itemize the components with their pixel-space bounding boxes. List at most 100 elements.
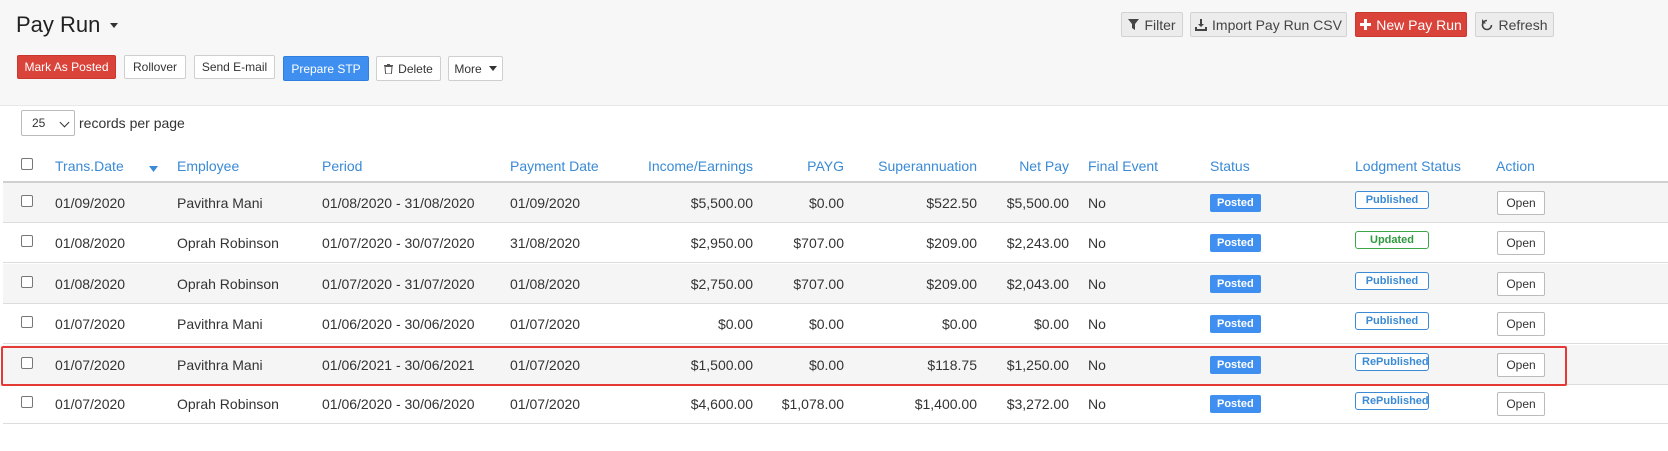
cell-final-event: No (1088, 316, 1106, 332)
open-button[interactable]: Open (1497, 231, 1545, 255)
send-email-label: Send E-mail (201, 60, 268, 74)
lodgment-status-badge: Published (1355, 312, 1429, 330)
page-title[interactable]: Pay Run (16, 12, 119, 38)
row-checkbox[interactable] (21, 357, 33, 369)
cell-lodgment-status: Published (1355, 180, 1429, 220)
cell-status: Posted (1210, 345, 1261, 385)
cell-employee: Oprah Robinson (177, 396, 279, 412)
records-per-page-label: records per page (79, 115, 185, 131)
filter-icon (1128, 19, 1140, 30)
cell-period: 01/06/2021 - 30/06/2021 (322, 357, 475, 373)
cell-super: $0.00 (941, 316, 977, 332)
cell-status: Posted (1210, 183, 1261, 223)
lodgment-status-badge: Updated (1355, 231, 1429, 249)
open-button[interactable]: Open (1497, 392, 1545, 416)
trash-icon (384, 63, 394, 74)
refresh-button[interactable]: Refresh (1475, 12, 1554, 37)
cell-trans-date: 01/09/2020 (55, 195, 126, 211)
cell-period: 01/06/2020 - 30/06/2020 (322, 396, 475, 412)
cell-period: 01/07/2020 - 30/07/2020 (322, 235, 475, 251)
cell-payment-date: 01/07/2020 (510, 357, 581, 373)
cell-status: Posted (1210, 223, 1261, 263)
filter-button[interactable]: Filter (1121, 12, 1183, 37)
row-checkbox[interactable] (21, 276, 33, 288)
cell-net-pay: $2,243.00 (1006, 235, 1069, 251)
records-per-page-select[interactable]: 25 (21, 110, 75, 136)
cell-employee: Pavithra Mani (177, 316, 263, 332)
lodgment-status-badge: Published (1355, 191, 1429, 209)
row-checkbox[interactable] (21, 396, 33, 408)
table-row: 01/09/2020 Pavithra Mani 01/08/2020 - 31/0… (3, 183, 1668, 223)
cell-lodgment-status: RePublished (1355, 342, 1429, 382)
prepare-stp-label: Prepare STP (291, 61, 361, 76)
col-superannuation[interactable]: Superannuation (850, 158, 977, 174)
records-per-page-value: 25 (32, 116, 46, 130)
col-lodgment-status[interactable]: Lodgment Status (1355, 158, 1461, 174)
cell-payg: $0.00 (808, 316, 844, 332)
col-period[interactable]: Period (322, 158, 362, 174)
col-payg[interactable]: PAYG (760, 158, 844, 174)
more-label: More (454, 61, 482, 76)
open-button[interactable]: Open (1497, 353, 1545, 377)
cell-net-pay: $1,250.00 (1006, 357, 1069, 373)
status-badge: Posted (1210, 315, 1261, 333)
cell-action: Open (1497, 223, 1545, 263)
open-button[interactable]: Open (1497, 191, 1545, 215)
open-button[interactable]: Open (1497, 312, 1545, 336)
mark-as-posted-label: Mark As Posted (24, 60, 109, 74)
cell-payment-date: 31/08/2020 (510, 235, 581, 251)
cell-action: Open (1497, 183, 1545, 223)
cell-net-pay: $0.00 (1033, 316, 1069, 332)
cell-final-event: No (1088, 396, 1106, 412)
status-badge: Posted (1210, 234, 1261, 252)
col-payment-date[interactable]: Payment Date (510, 158, 599, 174)
cell-net-pay: $5,500.00 (1006, 195, 1069, 211)
cell-trans-date: 01/08/2020 (55, 276, 126, 292)
col-action: Action (1496, 158, 1535, 174)
cell-trans-date: 01/07/2020 (55, 357, 126, 373)
new-pay-run-label: New Pay Run (1376, 16, 1462, 33)
caret-down-icon (488, 66, 497, 71)
cell-super: $522.50 (926, 195, 977, 211)
cell-payg: $707.00 (793, 276, 844, 292)
col-employee[interactable]: Employee (177, 158, 239, 174)
row-checkbox[interactable] (21, 316, 33, 328)
mark-as-posted-button[interactable]: Mark As Posted (17, 55, 116, 79)
sort-desc-icon[interactable] (149, 166, 158, 172)
delete-button[interactable]: Delete (376, 56, 441, 81)
cell-lodgment-status: Published (1355, 301, 1429, 341)
col-net-pay[interactable]: Net Pay (985, 158, 1069, 174)
cell-payg: $0.00 (808, 195, 844, 211)
cell-employee: Oprah Robinson (177, 276, 279, 292)
cell-action: Open (1497, 345, 1545, 385)
download-icon (1195, 18, 1208, 31)
import-csv-button[interactable]: Import Pay Run CSV (1190, 12, 1347, 37)
select-all-checkbox[interactable] (21, 158, 33, 170)
cell-status: Posted (1210, 264, 1261, 304)
send-email-button[interactable]: Send E-mail (194, 55, 275, 79)
col-status[interactable]: Status (1210, 158, 1250, 174)
more-dropdown-button[interactable]: More (448, 56, 503, 81)
cell-payg: $1,078.00 (781, 396, 844, 412)
table-row: 01/07/2020 Pavithra Mani 01/06/2021 - 30/0… (3, 345, 1668, 385)
new-pay-run-button[interactable]: New Pay Run (1355, 12, 1467, 37)
row-checkbox[interactable] (21, 195, 33, 207)
status-badge: Posted (1210, 395, 1261, 413)
cell-trans-date: 01/07/2020 (55, 396, 126, 412)
plus-icon (1360, 19, 1372, 30)
caret-down-icon[interactable] (110, 22, 119, 28)
cell-period: 01/08/2020 - 31/08/2020 (322, 195, 475, 211)
cell-super: $209.00 (926, 235, 977, 251)
prepare-stp-button[interactable]: Prepare STP (283, 56, 369, 81)
col-income[interactable]: Income/Earnings (620, 158, 753, 174)
lodgment-status-badge: RePublished (1355, 353, 1429, 371)
row-checkbox[interactable] (21, 235, 33, 247)
col-trans-date[interactable]: Trans.Date (55, 158, 124, 174)
cell-income: $5,500.00 (690, 195, 753, 211)
cell-action: Open (1497, 304, 1545, 344)
rollover-button[interactable]: Rollover (124, 55, 186, 79)
col-final-event[interactable]: Final Event (1088, 158, 1158, 174)
cell-lodgment-status: Published (1355, 261, 1429, 301)
open-button[interactable]: Open (1497, 272, 1545, 296)
import-label: Import Pay Run CSV (1212, 16, 1342, 33)
